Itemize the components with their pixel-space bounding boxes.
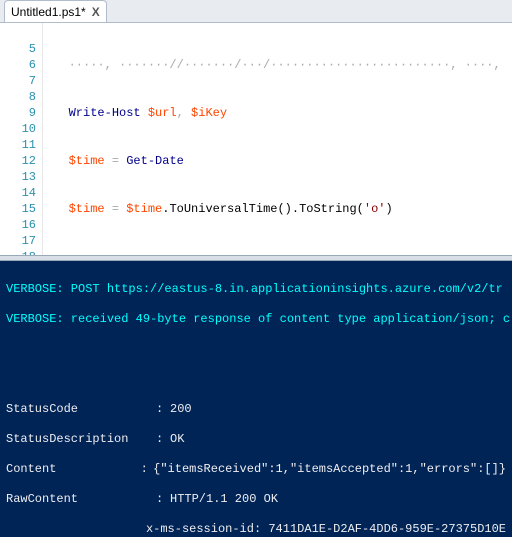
code-line (47, 249, 508, 255)
code-area[interactable]: ·····, ·······//·······/···/············… (43, 23, 512, 255)
file-tab[interactable]: Untitled1.ps1* X (4, 0, 107, 22)
output-row: Content:{"itemsReceived":1,"itemsAccepte… (6, 462, 506, 477)
output-row: StatusCode:200 (6, 402, 506, 417)
output-row: x-ms-session-id: 7411DA1E-D2AF-4DD6-959E… (6, 522, 506, 537)
code-line: Write-Host $url, $iKey (47, 105, 508, 121)
tab-bar: Untitled1.ps1* X (0, 0, 512, 23)
code-line: ·····, ·······//·······/···/············… (47, 57, 508, 73)
code-editor[interactable]: 5 6 7 8 9 10 11 12 13 14 15 16 17 18 19 … (0, 23, 512, 255)
line-number-gutter: 5 6 7 8 9 10 11 12 13 14 15 16 17 18 19 (0, 23, 43, 255)
code-line: $time = Get-Date (47, 153, 508, 169)
verbose-line: VERBOSE: POST https://eastus-8.in.applic… (6, 282, 506, 297)
verbose-line: VERBOSE: received 49-byte response of co… (6, 312, 506, 327)
code-line: $time = $time.ToUniversalTime().ToString… (47, 201, 508, 217)
output-row: RawContent:HTTP/1.1 200 OK (6, 492, 506, 507)
output-row: StatusDescription:OK (6, 432, 506, 447)
output-console[interactable]: VERBOSE: POST https://eastus-8.in.applic… (0, 261, 512, 537)
blank-line (6, 372, 506, 387)
tab-title: Untitled1.ps1* (11, 5, 86, 19)
blank-line (6, 342, 506, 357)
close-icon[interactable]: X (92, 5, 100, 19)
